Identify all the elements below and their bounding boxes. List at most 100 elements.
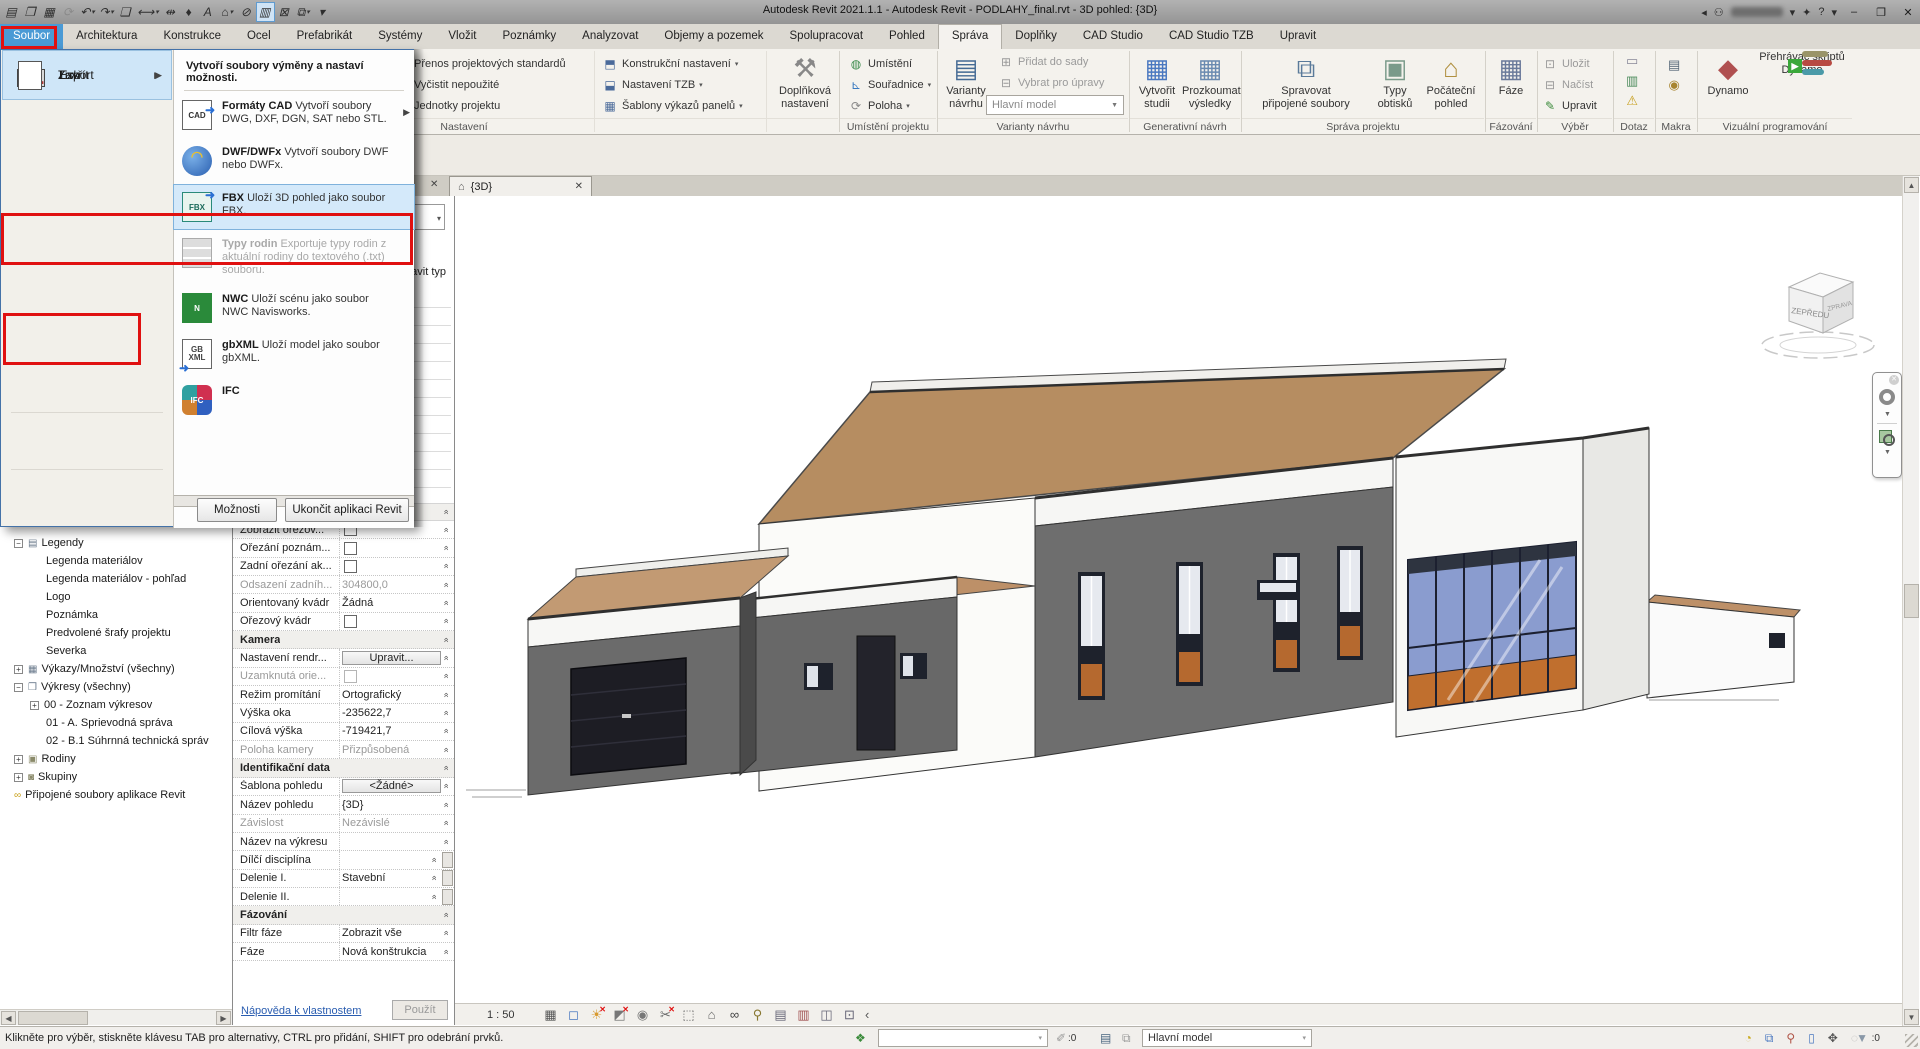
qat-icon[interactable]: ▤	[3, 3, 20, 21]
section-collapse-icon[interactable]: »	[440, 802, 450, 807]
view-control-icon[interactable]: ▦	[539, 1007, 562, 1023]
selection-toggle-icon[interactable]: ⧉	[1765, 1031, 1774, 1046]
section-collapse-icon[interactable]: »	[440, 729, 450, 734]
qat-icon[interactable]: ❒	[22, 3, 39, 21]
export-menu-item[interactable]: CAD Formáty CAD Vytvoří soubory DWG, DXF…	[174, 93, 414, 137]
scroll-right-icon[interactable]: ▶	[216, 1011, 231, 1025]
property-value[interactable]: Nezávislé	[339, 815, 443, 832]
view-control-icon[interactable]: ✂ ✕	[654, 1007, 677, 1023]
varianty-navrhu-button[interactable]: ▤ Varianty návrhu	[940, 51, 992, 111]
tree-expander-icon[interactable]: +	[30, 701, 39, 710]
section-collapse-icon[interactable]: »	[440, 784, 450, 789]
ribbon-item[interactable]: ⊡ Uložit	[1542, 53, 1597, 74]
property-value[interactable]: Upravit...	[339, 649, 443, 666]
panel-label[interactable]: Generativní návrh	[1130, 118, 1240, 133]
macro-icon[interactable]: ▤	[1668, 57, 1680, 73]
property-row[interactable]: Identifikační data »	[233, 759, 454, 777]
ribbon-item[interactable]: Jednotky projektu	[414, 95, 566, 116]
qat-icon[interactable]: ⊠	[276, 3, 293, 21]
navbar-close-icon[interactable]: ✕	[1889, 375, 1899, 385]
qat-icon[interactable]: A	[200, 3, 217, 21]
section-collapse-icon[interactable]: »	[440, 931, 450, 936]
ribbon-tab[interactable]: Architektura	[63, 24, 150, 49]
section-collapse-icon[interactable]: »	[440, 747, 450, 752]
qat-icon[interactable]: ↶▾	[79, 3, 96, 21]
property-row[interactable]: Delenie I. Stavební »	[233, 870, 454, 888]
property-value[interactable]: Žádná	[339, 594, 443, 611]
view-control-icon[interactable]: ◻	[562, 1007, 585, 1023]
view-control-icon[interactable]: ☀ ✕	[585, 1007, 608, 1023]
view-tab-3d[interactable]: ⌂ {3D} ✕	[449, 176, 592, 196]
file-menu-item[interactable]: Zavřít	[2, 50, 172, 100]
property-value[interactable]	[339, 888, 431, 905]
collapse-icon[interactable]: ‹	[865, 1007, 869, 1022]
section-collapse-icon[interactable]: »	[440, 637, 450, 642]
ribbon-tab[interactable]: Systémy	[365, 24, 435, 49]
property-row[interactable]: Cílová výška -719421,7 »	[233, 723, 454, 741]
qat-icon[interactable]: ▥	[257, 3, 274, 21]
property-row[interactable]: Filtr fáze Zobrazit vše »	[233, 925, 454, 943]
dock-arrow-icon[interactable]: ◂	[1701, 6, 1707, 19]
ribbon-item[interactable]: ◍ Umístění	[848, 53, 931, 74]
export-menu-item[interactable]: N NWC Uloží scénu jako soubor NWC Navisw…	[174, 286, 414, 330]
faze-button[interactable]: ▦ Fáze	[1488, 51, 1534, 98]
section-collapse-icon[interactable]: »	[440, 546, 450, 551]
view-control-icon[interactable]: ◉	[631, 1007, 654, 1023]
section-collapse-icon[interactable]: »	[440, 582, 450, 587]
section-collapse-icon[interactable]: »	[428, 876, 438, 881]
active-design-option-select[interactable]: Hlavní model▼	[986, 95, 1124, 115]
ribbon-tab[interactable]: CAD Studio	[1070, 24, 1156, 49]
ribbon-tab[interactable]: Objemy a pozemek	[651, 24, 776, 49]
section-collapse-icon[interactable]: »	[440, 527, 450, 532]
panel-label[interactable]: Dotaz	[1614, 118, 1654, 133]
property-value[interactable]: Přizpůsobená	[339, 741, 443, 758]
view-control-icon[interactable]: ⌂	[700, 1007, 723, 1023]
export-menu-item[interactable]: FBX FBX Uloží 3D pohled jako soubor FBX.	[174, 185, 414, 229]
tree-expander-icon[interactable]: −	[14, 683, 23, 692]
property-value[interactable]: Ortografický	[339, 686, 443, 703]
ribbon-tab[interactable]: Pohled	[876, 24, 938, 49]
navigation-bar[interactable]: ✕ ▼ ▼	[1872, 372, 1902, 478]
export-menu-item[interactable]: Typy rodin Exportuje typy rodin z aktuál…	[174, 231, 414, 284]
qat-icon[interactable]: ⇹	[162, 3, 179, 21]
hidden-tab-close-icon[interactable]: ✕	[430, 179, 438, 190]
property-row[interactable]: Ořezání poznám... »	[233, 539, 454, 557]
property-row[interactable]: Poloha kamery Přizpůsobená »	[233, 741, 454, 759]
macro-icon[interactable]: ◉	[1668, 77, 1679, 93]
tree-expander-icon[interactable]: +	[14, 665, 23, 674]
ribbon-tab[interactable]: Správa	[938, 24, 1002, 49]
properties-toggle-icon[interactable]: ▤	[1100, 1031, 1111, 1045]
pocatecni-pohled-button[interactable]: ⌂ Počáteční pohled	[1422, 51, 1480, 111]
scale-control[interactable]: 1 : 50	[487, 1009, 539, 1021]
view-control-icon[interactable]: ▤	[769, 1007, 792, 1023]
filter-icon[interactable]: ▼	[1856, 1031, 1868, 1045]
signed-in-user-blurred[interactable]	[1731, 7, 1783, 17]
chevron-down-icon[interactable]: ▼	[1884, 449, 1891, 456]
section-collapse-icon[interactable]: »	[440, 821, 450, 826]
tree-item[interactable]: + ▣ Rodiny	[0, 750, 231, 768]
scroll-thumb[interactable]	[18, 1011, 88, 1025]
prozkoumat-vysledky-button[interactable]: ▦ Prozkoumat výsledky	[1182, 51, 1238, 111]
vytvorit-studii-button[interactable]: ▦ Vytvořit studii	[1132, 51, 1182, 111]
view-control-icon[interactable]: ∞	[723, 1007, 746, 1023]
property-value[interactable]	[339, 833, 443, 850]
property-value[interactable]: {3D}	[339, 796, 443, 813]
tree-item[interactable]: + 00 - Zoznam výkresov	[0, 696, 231, 714]
steering-wheel-icon[interactable]	[1879, 389, 1895, 405]
help-dropdown-icon[interactable]: ▾	[1831, 6, 1837, 19]
qat-icon[interactable]: ↷▾	[98, 3, 115, 21]
ribbon-tab[interactable]: Prefabrikát	[284, 24, 366, 49]
qat-icon[interactable]: ⧉▾	[295, 3, 312, 21]
scroll-down-icon[interactable]: ▼	[1904, 1009, 1919, 1025]
view-control-icon[interactable]: ⊡	[838, 1007, 861, 1023]
property-row[interactable]: Nastavení rendr... Upravit... »	[233, 649, 454, 667]
tree-item[interactable]: − ▤ Legendy	[0, 534, 231, 552]
property-row[interactable]: Delenie II. »	[233, 888, 454, 906]
qat-icon[interactable]: ♦	[181, 3, 198, 21]
tree-item[interactable]: Legenda materiálov - pohľad	[0, 570, 231, 588]
section-collapse-icon[interactable]: »	[440, 601, 450, 606]
browser-hscrollbar[interactable]: ◀ ▶	[0, 1009, 232, 1025]
property-value[interactable]: Nová konštrukcia	[339, 943, 443, 960]
property-row[interactable]: Odsazení zadníh... 304800,0 »	[233, 576, 454, 594]
ribbon-item[interactable]: Přenos projektových standardů	[414, 53, 566, 74]
